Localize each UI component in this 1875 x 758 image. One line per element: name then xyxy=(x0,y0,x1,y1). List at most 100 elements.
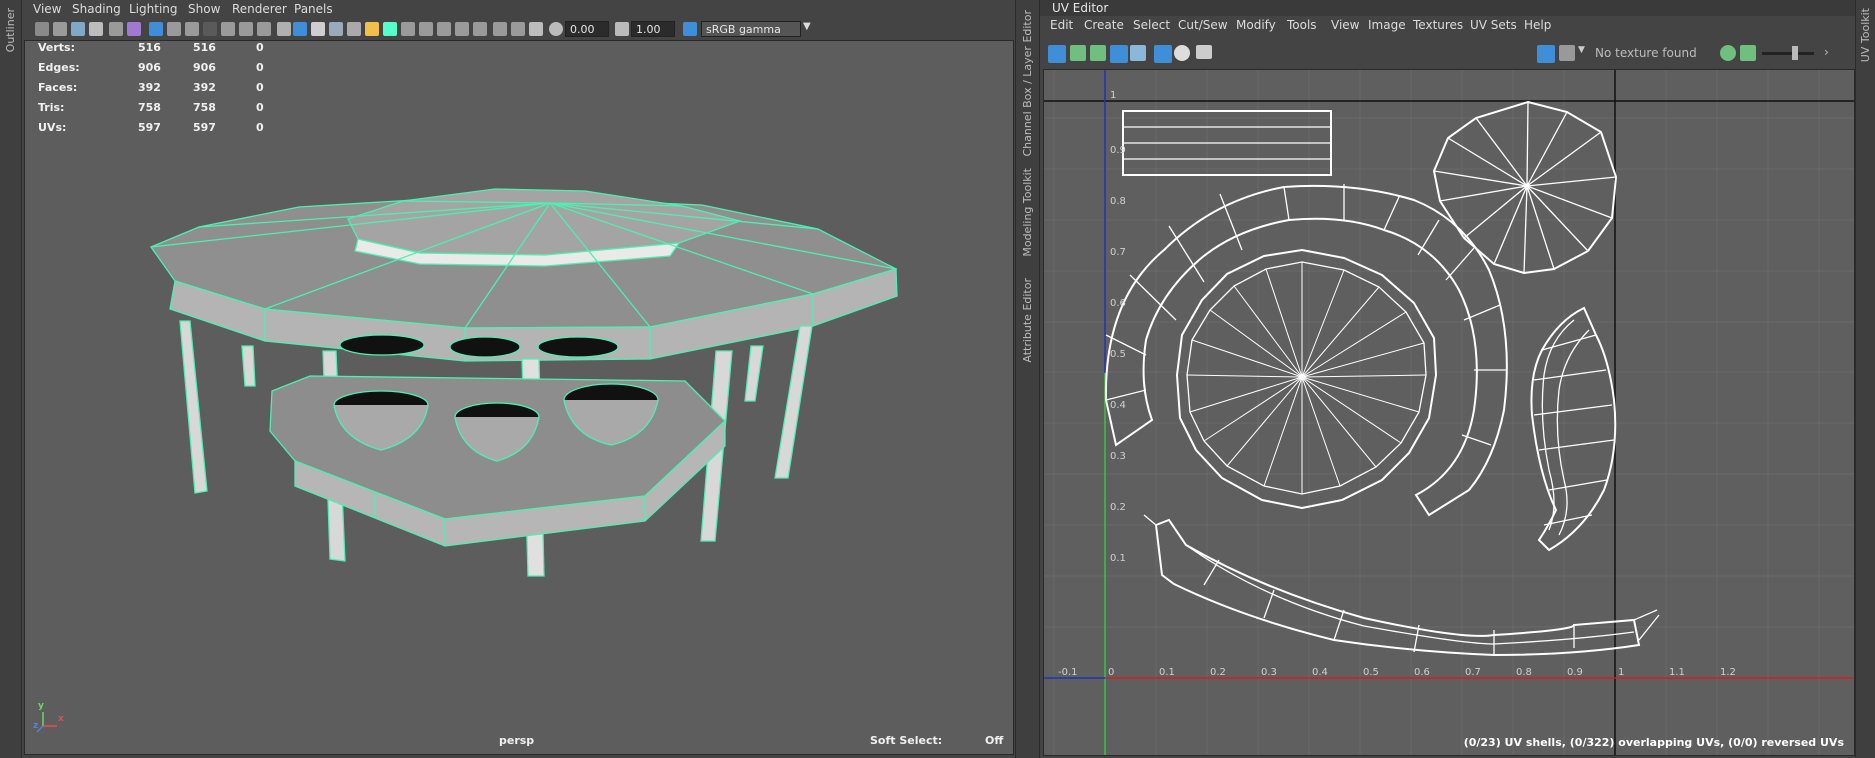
u-tick-0.3: 0.3 xyxy=(1261,667,1277,678)
gamma-icon[interactable] xyxy=(615,22,629,36)
uv-checker-grid-icon[interactable] xyxy=(1154,45,1172,63)
u-tick-1: 1 xyxy=(1618,667,1624,678)
uv-tile-icon[interactable] xyxy=(1090,45,1106,61)
uv-shell-icon[interactable] xyxy=(1070,45,1086,61)
u-tick-1.2: 1.2 xyxy=(1720,667,1736,678)
menu-panels[interactable]: Panels xyxy=(294,2,333,16)
menu-lighting[interactable]: Lighting xyxy=(129,2,178,16)
uv-texture-image-icon[interactable] xyxy=(1740,45,1756,61)
bookmark-icon[interactable] xyxy=(71,22,85,36)
soft-select-value: Off xyxy=(985,734,1004,747)
uv-menu-tools[interactable]: Tools xyxy=(1287,18,1317,32)
2d-pan-zoom-icon[interactable] xyxy=(109,22,123,36)
wireframe-icon[interactable] xyxy=(277,22,291,36)
exposure-field[interactable]: 0.00 xyxy=(565,21,609,37)
resolution-gate-icon[interactable] xyxy=(185,22,199,36)
uv-pixel-snap-icon[interactable] xyxy=(1130,45,1146,61)
uv-menu-create[interactable]: Create xyxy=(1084,18,1124,32)
soft-select-label: Soft Select: xyxy=(870,734,943,747)
v-tick-0.5: 0.5 xyxy=(1110,349,1126,360)
gate-mask-icon[interactable] xyxy=(203,22,217,36)
smooth-shade-icon[interactable] xyxy=(293,22,307,36)
middle-tab-strip: Channel Box / Layer Editor Modeling Tool… xyxy=(1015,0,1040,758)
shadows-icon[interactable] xyxy=(383,22,397,36)
v-tick-0.6: 0.6 xyxy=(1110,298,1126,309)
uv-menu-textures[interactable]: Textures xyxy=(1413,18,1463,32)
uv-menu-edit[interactable]: Edit xyxy=(1050,18,1073,32)
viewport-toolbar: 0.00 1.00 sRGB gamma ▼ xyxy=(23,19,1015,39)
menu-renderer[interactable]: Renderer xyxy=(232,2,287,16)
u-tick-0.9: 0.9 xyxy=(1567,667,1583,678)
exposure-icon[interactable] xyxy=(549,22,563,36)
menu-shading[interactable]: Shading xyxy=(72,2,121,16)
grid-toggle-icon[interactable] xyxy=(149,22,163,36)
grease-pencil-icon[interactable] xyxy=(127,22,141,36)
isolate-select-icon[interactable] xyxy=(401,22,415,36)
tab-attribute-editor[interactable]: Attribute Editor xyxy=(1021,278,1034,363)
u-tick-0.6: 0.6 xyxy=(1414,667,1430,678)
uv-texture-brightness-slider[interactable] xyxy=(1762,52,1814,55)
menu-show[interactable]: Show xyxy=(188,2,220,16)
color-management-icon[interactable] xyxy=(683,22,697,36)
textured-icon[interactable] xyxy=(329,22,343,36)
depth-of-field-icon[interactable] xyxy=(473,22,487,36)
tab-uv-toolkit[interactable]: UV Toolkit xyxy=(1859,8,1872,62)
xray-icon[interactable] xyxy=(347,22,361,36)
v-tick-0.4: 0.4 xyxy=(1110,400,1126,411)
uv-texture-link-icon[interactable] xyxy=(1720,45,1736,61)
uv-shells[interactable] xyxy=(1104,100,1660,657)
anti-aliasing-icon[interactable] xyxy=(455,22,469,36)
v-tick-0.7: 0.7 xyxy=(1110,247,1126,258)
film-gate-icon[interactable] xyxy=(167,22,181,36)
uv-menu-view[interactable]: View xyxy=(1331,18,1359,32)
left-tab-strip: Outliner xyxy=(0,0,22,758)
lights-icon[interactable] xyxy=(365,22,379,36)
xray-joints-icon[interactable] xyxy=(493,22,507,36)
uv-menu-image[interactable]: Image xyxy=(1368,18,1406,32)
camera-attributes-icon[interactable] xyxy=(53,22,67,36)
tab-modeling-toolkit[interactable]: Modeling Toolkit xyxy=(1021,168,1034,257)
outliner-tab[interactable]: Outliner xyxy=(4,8,17,52)
perspective-viewport[interactable]: Verts: 516 516 0 Edges: 906 906 0 Faces:… xyxy=(24,40,1014,755)
gazebo-model[interactable] xyxy=(25,41,1014,755)
safe-action-icon[interactable] xyxy=(239,22,253,36)
uv-menu-select[interactable]: Select xyxy=(1133,18,1170,32)
uv-menubar: Edit Create Select Cut/Sew Modify Tools … xyxy=(1040,16,1855,36)
select-camera-icon[interactable] xyxy=(35,22,49,36)
uv-checker-options-chevron-icon[interactable]: ▼ xyxy=(1578,45,1588,59)
u-tick-neg0.1: -0.1 xyxy=(1058,667,1078,678)
axis-y-label: y xyxy=(38,701,44,711)
uv-menu-modify[interactable]: Modify xyxy=(1236,18,1276,32)
field-chart-icon[interactable] xyxy=(221,22,235,36)
viewport-panel: View Shading Lighting Show Renderer Pane… xyxy=(23,0,1015,758)
chevron-down-icon[interactable]: ▼ xyxy=(803,21,817,35)
shaded-wireframe-icon[interactable] xyxy=(311,22,325,36)
v-tick-0.1: 0.1 xyxy=(1110,553,1126,564)
uv-menu-help[interactable]: Help xyxy=(1524,18,1551,32)
uv-menu-cutsew[interactable]: Cut/Sew xyxy=(1178,18,1228,32)
uv-image-display-icon[interactable] xyxy=(1537,45,1555,63)
safe-title-icon[interactable] xyxy=(257,22,271,36)
slider-handle[interactable] xyxy=(1792,46,1798,60)
uv-grid-canvas[interactable]: 1 0.9 0.8 0.7 0.6 0.5 0.4 0.3 0.2 0.1 -0… xyxy=(1044,70,1855,756)
xray-active-icon[interactable] xyxy=(511,22,525,36)
uv-select-icon[interactable] xyxy=(1048,45,1066,63)
ambient-occlusion-icon[interactable] xyxy=(419,22,433,36)
uv-menu-uvsets[interactable]: UV Sets xyxy=(1470,18,1517,32)
v-tick-0.9: 0.9 xyxy=(1110,145,1126,156)
uv-grid-icon[interactable] xyxy=(1110,45,1128,63)
isolate-icon[interactable] xyxy=(529,22,543,36)
uv-axis-labels: 1 0.9 0.8 0.7 0.6 0.5 0.4 0.3 0.2 0.1 -0… xyxy=(1058,90,1736,678)
motion-blur-icon[interactable] xyxy=(437,22,451,36)
menu-view[interactable]: View xyxy=(33,2,61,16)
image-plane-icon[interactable] xyxy=(89,22,103,36)
uv-isolate-icon[interactable] xyxy=(1174,45,1190,61)
tab-channel-box[interactable]: Channel Box / Layer Editor xyxy=(1021,10,1034,157)
gamma-field[interactable]: 1.00 xyxy=(631,21,675,37)
maya-window: Outliner View Shading Lighting Show Rend… xyxy=(0,0,1875,758)
color-space-dropdown[interactable]: sRGB gamma xyxy=(701,21,801,37)
uv-checker-icon[interactable] xyxy=(1559,45,1575,61)
uv-toolbar-overflow-icon[interactable]: › xyxy=(1824,45,1838,61)
uv-snapshot-icon[interactable] xyxy=(1196,45,1212,59)
uv-texture-view[interactable]: 1 0.9 0.8 0.7 0.6 0.5 0.4 0.3 0.2 0.1 -0… xyxy=(1043,69,1855,756)
